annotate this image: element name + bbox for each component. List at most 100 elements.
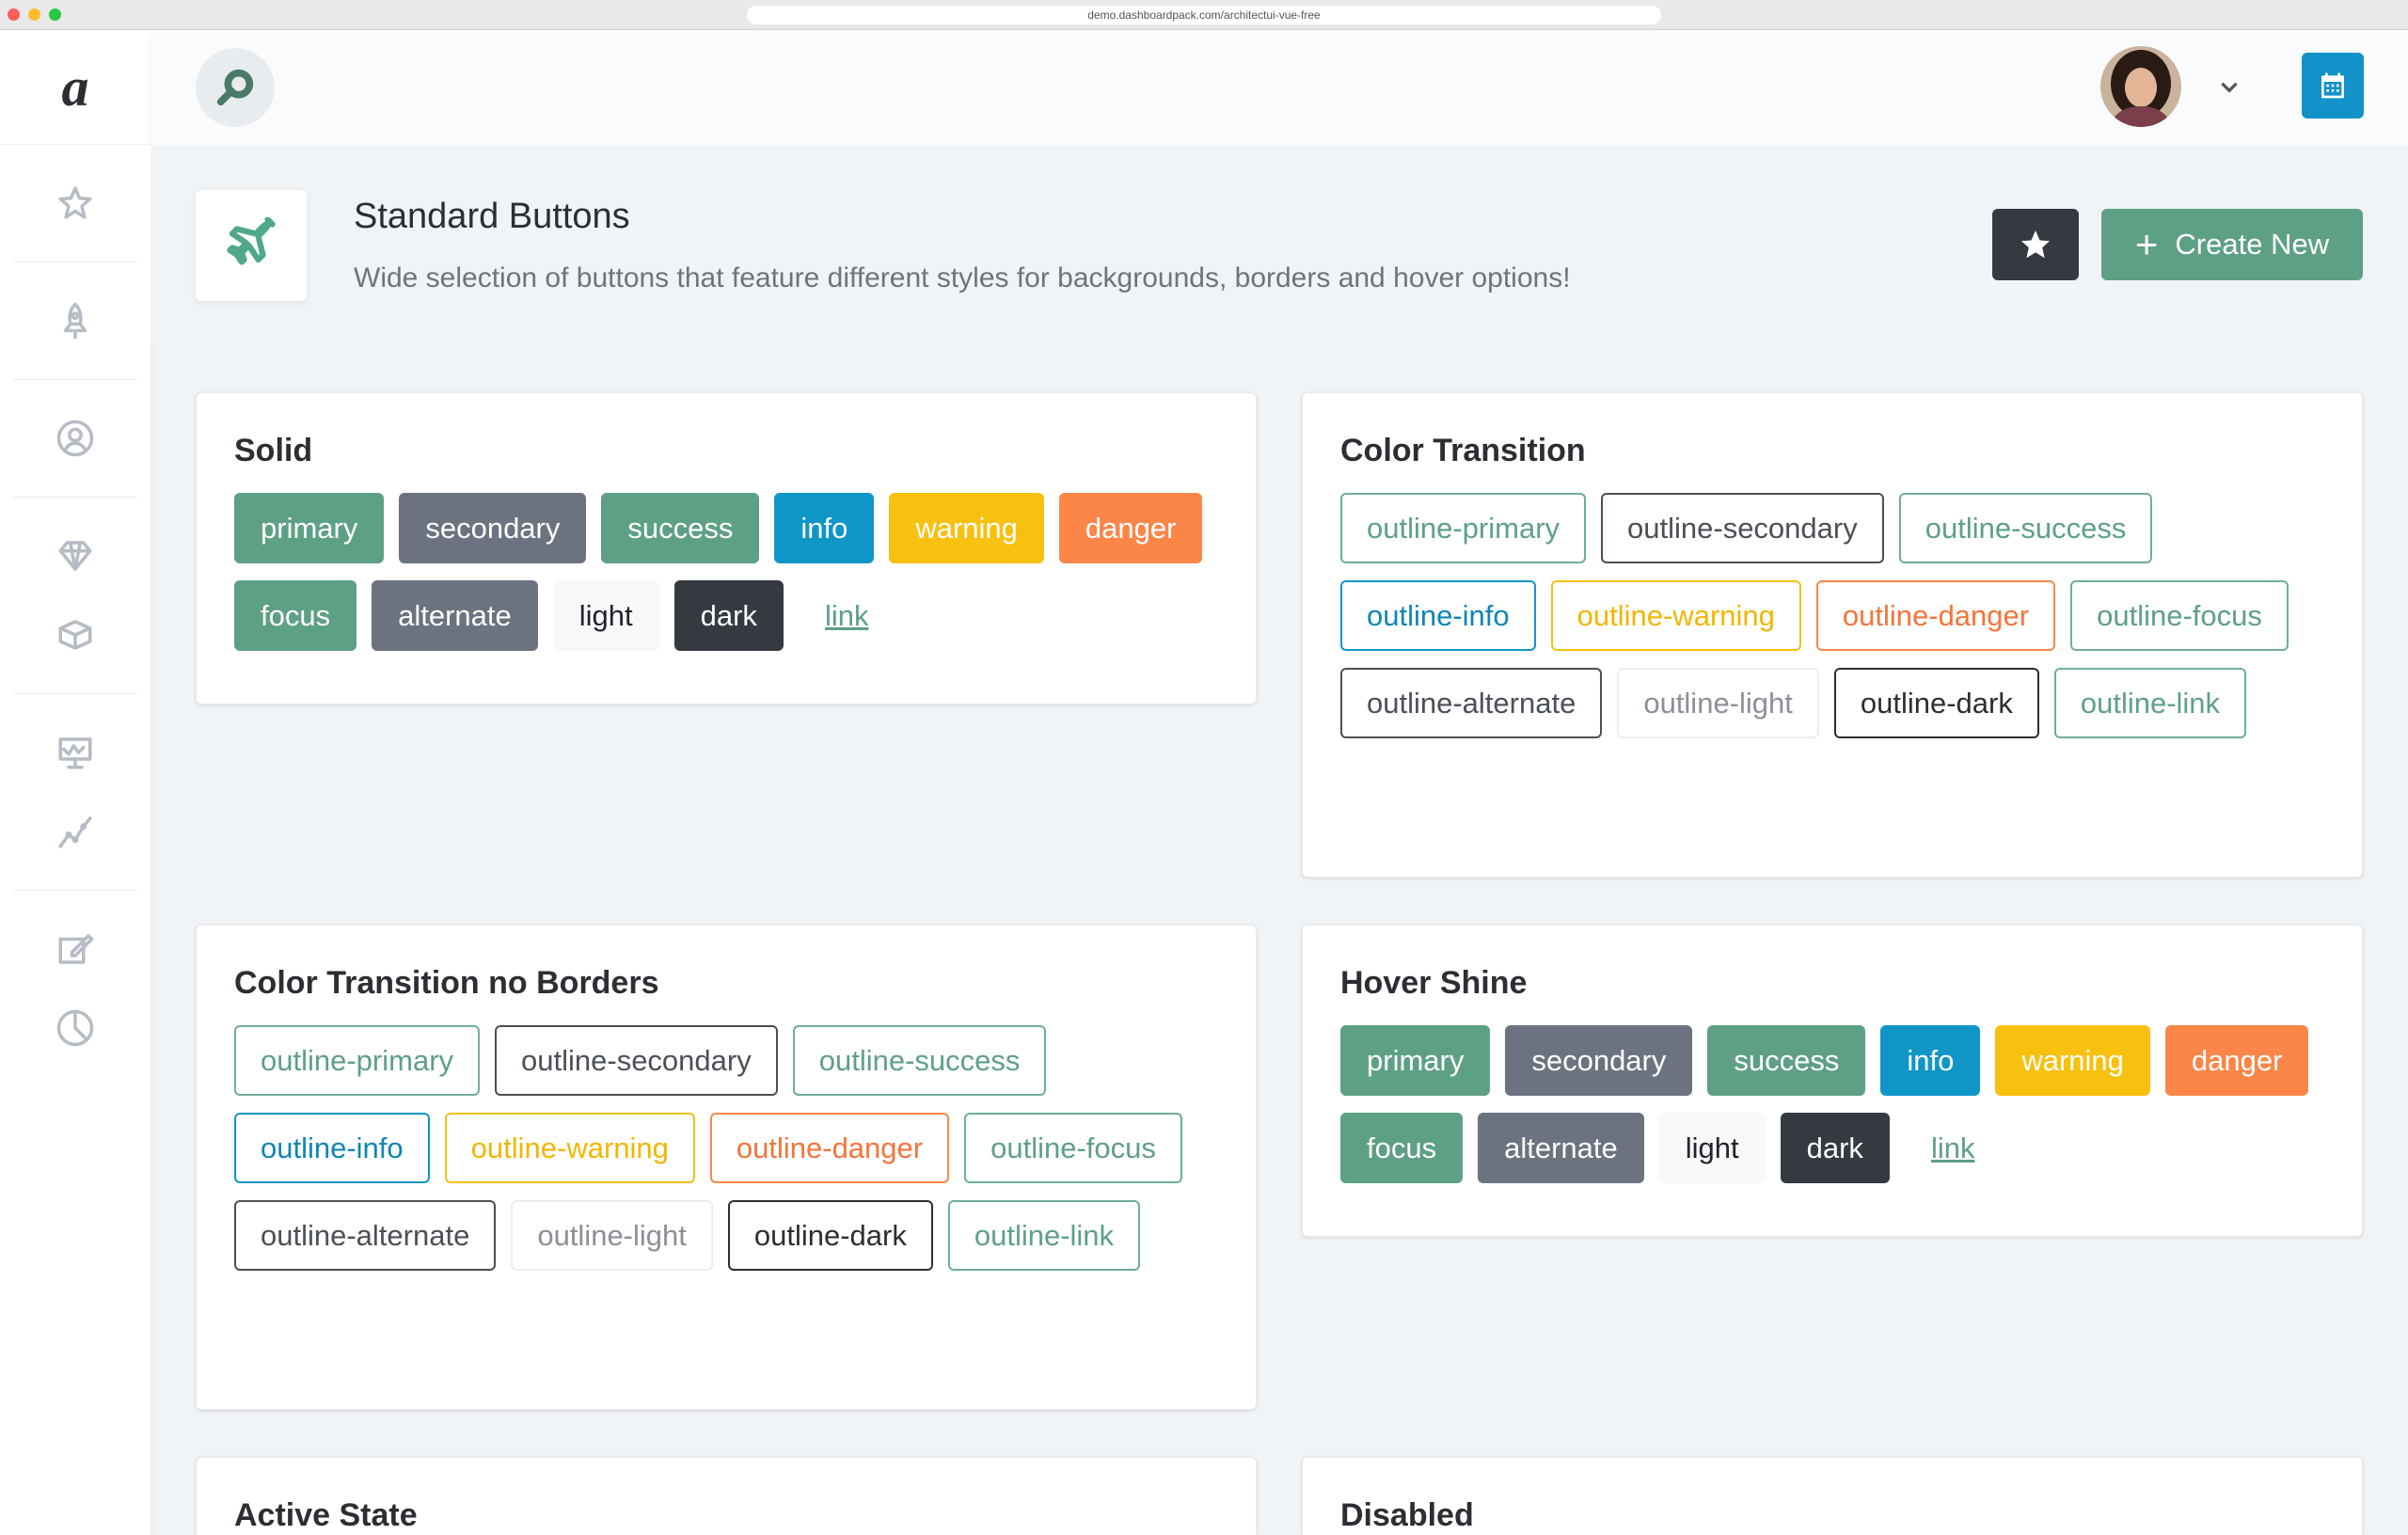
nav-group-4 bbox=[13, 498, 137, 694]
app-logo[interactable]: a bbox=[62, 55, 89, 119]
rocket-icon[interactable] bbox=[55, 300, 96, 341]
danger-button[interactable]: danger bbox=[1058, 493, 1203, 563]
card-disabled: Disabled bbox=[1302, 1457, 2363, 1535]
outline-alternate-button[interactable]: outline-alternate bbox=[1340, 668, 1603, 738]
success-button[interactable]: success bbox=[1707, 1025, 1866, 1096]
nav-group-6 bbox=[13, 891, 137, 1086]
outline-dark-button[interactable]: outline-dark bbox=[727, 1200, 933, 1271]
star-icon[interactable] bbox=[55, 182, 96, 224]
light-button[interactable]: light bbox=[552, 580, 659, 651]
link-button[interactable]: link bbox=[799, 580, 895, 651]
card-hover-shine: Hover Shine primary secondary success in… bbox=[1302, 925, 2363, 1237]
star-icon bbox=[2021, 230, 2050, 259]
outline-link-button[interactable]: outline-link bbox=[2053, 668, 2247, 738]
user-menu-toggle[interactable] bbox=[2210, 68, 2248, 105]
close-window-button[interactable] bbox=[8, 8, 20, 21]
pencil-icon[interactable] bbox=[55, 928, 96, 970]
calendar-icon bbox=[2321, 72, 2344, 99]
alternate-button[interactable]: alternate bbox=[372, 580, 538, 651]
light-button[interactable]: light bbox=[1658, 1113, 1766, 1183]
outline-focus-button[interactable]: outline-focus bbox=[2070, 580, 2289, 651]
search-icon bbox=[216, 69, 254, 106]
secondary-button[interactable]: secondary bbox=[1505, 1025, 1693, 1096]
button-group: outline-primary outline-secondary outlin… bbox=[1340, 493, 2334, 738]
button-group: outline-primary outline-secondary outlin… bbox=[234, 1025, 1228, 1271]
user-icon[interactable] bbox=[55, 418, 96, 459]
outline-dark-button[interactable]: outline-dark bbox=[1833, 668, 2039, 738]
primary-button[interactable]: primary bbox=[234, 493, 385, 563]
favorite-button[interactable] bbox=[1992, 209, 2079, 280]
outline-warning-button[interactable]: outline-warning bbox=[1550, 580, 1801, 651]
search-button[interactable] bbox=[196, 48, 275, 127]
create-new-label: Create New bbox=[2175, 228, 2330, 261]
outline-success-button[interactable]: outline-success bbox=[1898, 493, 2153, 563]
primary-button[interactable]: primary bbox=[1340, 1025, 1491, 1096]
pie-chart-icon[interactable] bbox=[55, 1007, 96, 1049]
card-active-state: Active State bbox=[196, 1457, 1257, 1535]
outline-primary-button[interactable]: outline-primary bbox=[1340, 493, 1587, 563]
top-header bbox=[150, 30, 2408, 145]
link-button[interactable]: link bbox=[1905, 1113, 2002, 1183]
focus-button[interactable]: focus bbox=[1340, 1113, 1464, 1183]
page-title-icon-box bbox=[196, 190, 307, 301]
alternate-button[interactable]: alternate bbox=[1478, 1113, 1644, 1183]
plane-icon bbox=[227, 217, 276, 265]
card-solid: Solid primary secondary success info war… bbox=[196, 392, 1257, 704]
nav-group-3 bbox=[13, 380, 137, 498]
diamond-icon[interactable] bbox=[55, 535, 96, 577]
card-title: Solid bbox=[234, 433, 313, 468]
page-title-bar: Standard Buttons Wide selection of butto… bbox=[150, 145, 2408, 346]
button-group: primary secondary success info warning d… bbox=[234, 493, 1228, 651]
outline-alternate-button[interactable]: outline-alternate bbox=[234, 1200, 497, 1271]
outline-info-button[interactable]: outline-info bbox=[1340, 580, 1536, 651]
info-button[interactable]: info bbox=[1880, 1025, 1981, 1096]
chart-line-icon[interactable] bbox=[55, 811, 96, 852]
outline-danger-button[interactable]: outline-danger bbox=[1815, 580, 2056, 651]
create-new-button[interactable]: + Create New bbox=[2101, 209, 2363, 280]
address-bar[interactable]: demo.dashboardpack.com/architectui-vue-f… bbox=[747, 6, 1661, 24]
card-color-transition: Color Transition outline-primary outline… bbox=[1302, 392, 2363, 878]
outline-warning-button[interactable]: outline-warning bbox=[444, 1113, 695, 1183]
sidebar: a bbox=[0, 30, 150, 1535]
card-no-borders: Color Transition no Borders outline-prim… bbox=[196, 925, 1257, 1410]
info-button[interactable]: info bbox=[774, 493, 875, 563]
calendar-button[interactable] bbox=[2302, 53, 2364, 119]
warning-button[interactable]: warning bbox=[889, 493, 1044, 563]
outline-success-button[interactable]: outline-success bbox=[792, 1025, 1047, 1096]
button-group: primary secondary success info warning d… bbox=[1340, 1025, 2334, 1183]
success-button[interactable]: success bbox=[601, 493, 760, 563]
outline-danger-button[interactable]: outline-danger bbox=[709, 1113, 950, 1183]
minimize-window-button[interactable] bbox=[28, 8, 40, 21]
secondary-button[interactable]: secondary bbox=[399, 493, 587, 563]
maximize-window-button[interactable] bbox=[49, 8, 61, 21]
outline-info-button[interactable]: outline-info bbox=[234, 1113, 430, 1183]
card-title: Color Transition bbox=[1340, 433, 1586, 468]
dark-button[interactable]: dark bbox=[673, 580, 784, 651]
card-title: Disabled bbox=[1340, 1497, 1474, 1533]
page-title: Standard Buttons bbox=[354, 197, 630, 236]
box-icon[interactable] bbox=[55, 614, 96, 656]
user-avatar[interactable] bbox=[2100, 46, 2181, 127]
danger-button[interactable]: danger bbox=[2164, 1025, 2309, 1096]
card-title: Color Transition no Borders bbox=[234, 965, 659, 1001]
focus-button[interactable]: focus bbox=[234, 580, 357, 651]
nav-group-5 bbox=[13, 694, 137, 891]
warning-button[interactable]: warning bbox=[1995, 1025, 2150, 1096]
outline-light-button[interactable]: outline-light bbox=[511, 1200, 713, 1271]
dark-button[interactable]: dark bbox=[1780, 1113, 1890, 1183]
outline-secondary-button[interactable]: outline-secondary bbox=[495, 1025, 778, 1096]
chevron-down-icon bbox=[2221, 82, 2238, 93]
plus-icon: + bbox=[2134, 222, 2159, 266]
outline-light-button[interactable]: outline-light bbox=[1617, 668, 1819, 738]
nav-group-1 bbox=[13, 145, 137, 262]
outline-secondary-button[interactable]: outline-secondary bbox=[1601, 493, 1884, 563]
presentation-icon[interactable] bbox=[55, 732, 96, 773]
outline-link-button[interactable]: outline-link bbox=[947, 1200, 1141, 1271]
logo-box: a bbox=[0, 30, 150, 145]
outline-focus-button[interactable]: outline-focus bbox=[964, 1113, 1182, 1183]
outline-primary-button[interactable]: outline-primary bbox=[234, 1025, 481, 1096]
nav-group-2 bbox=[13, 262, 137, 380]
page-subtitle: Wide selection of buttons that feature d… bbox=[354, 262, 1571, 293]
browser-chrome: demo.dashboardpack.com/architectui-vue-f… bbox=[0, 0, 2408, 30]
card-title: Hover Shine bbox=[1340, 965, 1528, 1001]
